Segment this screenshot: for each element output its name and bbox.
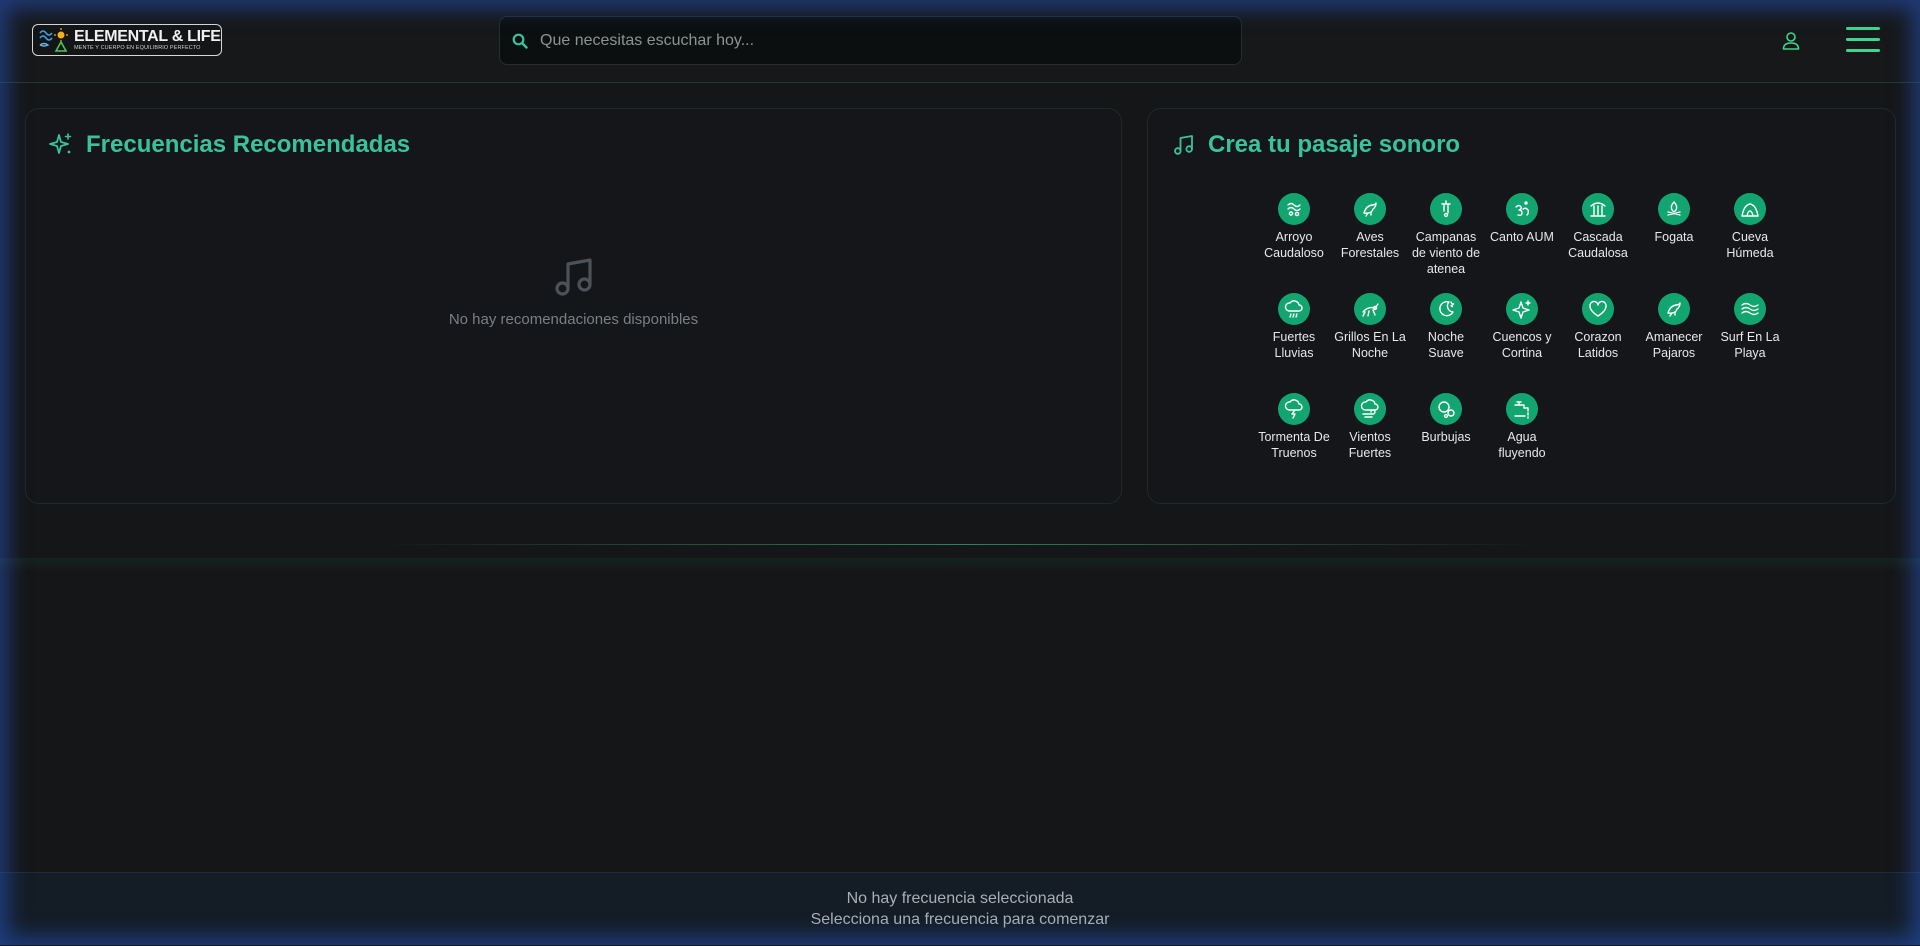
sound-item-label: Vientos Fuertes: [1348, 430, 1392, 460]
search-icon: [512, 33, 528, 49]
sound-item-label: Campanas de viento de atenea: [1411, 230, 1481, 276]
sound-item-label: Grillos En La Noche: [1334, 330, 1406, 360]
sound-item-label: Cueva Húmeda: [1726, 230, 1774, 260]
cricket-icon: [1354, 293, 1386, 325]
campfire-icon: [1658, 193, 1690, 225]
player-status: No hay frecuencia seleccionada: [846, 890, 1074, 907]
sound-item[interactable]: Agua fluyendo: [1484, 393, 1560, 485]
top-header: ELEMENTAL & LIFE MENTE Y CUERPO EN EQUIL…: [0, 0, 1920, 83]
sound-item-label: Cascada Caudalosa: [1568, 230, 1628, 260]
sound-item[interactable]: Cuencos y Cortina: [1484, 293, 1560, 385]
sound-item-label: Amanecer Pajaros: [1645, 330, 1703, 360]
sound-item[interactable]: Burbujas: [1408, 393, 1484, 485]
faucet-icon: [1506, 393, 1538, 425]
sound-item-label: Fogata: [1654, 230, 1694, 244]
sound-item[interactable]: Corazon Latidos: [1560, 293, 1636, 385]
sound-item[interactable]: Tormenta De Truenos: [1256, 393, 1332, 485]
sound-item-label: Corazon Latidos: [1574, 330, 1622, 360]
bird-icon: [1354, 193, 1386, 225]
music-note-icon: [554, 258, 592, 296]
sound-item[interactable]: Cascada Caudalosa: [1560, 193, 1636, 285]
sound-item[interactable]: Campanas de viento de atenea: [1408, 193, 1484, 285]
recommended-title: Frecuencias Recomendadas: [48, 131, 410, 159]
sparkle-icon: [1506, 293, 1538, 325]
player-bar: No hay frecuencia seleccionada Seleccion…: [0, 872, 1920, 946]
music-note-icon: [1174, 135, 1193, 155]
empty-recommendations-text: No hay recomendaciones disponibles: [448, 311, 699, 328]
cave-icon: [1734, 193, 1766, 225]
wind-cloud-icon: [1354, 393, 1386, 425]
soundscape-panel: Crea tu pasaje sonoro Arroyo Caudaloso Av…: [1147, 108, 1896, 504]
om-icon: [1506, 193, 1538, 225]
section-shade: [0, 558, 1920, 572]
sound-item[interactable]: Fogata: [1636, 193, 1712, 285]
menu-line-icon: [1846, 38, 1880, 41]
stream-icon: [1278, 193, 1310, 225]
sound-item-label: Burbujas: [1421, 430, 1471, 444]
rain-cloud-icon: [1278, 293, 1310, 325]
wind-chimes-icon: [1430, 193, 1462, 225]
search-input[interactable]: [538, 30, 1241, 51]
sound-item[interactable]: Surf En La Playa: [1712, 293, 1788, 385]
sound-item-label: Arroyo Caudaloso: [1264, 230, 1324, 260]
sound-item[interactable]: Arroyo Caudaloso: [1256, 193, 1332, 285]
sound-item-label: Canto AUM: [1490, 230, 1554, 244]
sound-item-label: Aves Forestales: [1340, 230, 1400, 260]
logo-subtitle: MENTE Y CUERPO EN EQUILIBRIO PERFECTO: [74, 44, 201, 51]
section-divider: [380, 544, 1540, 545]
sound-grid: Arroyo Caudaloso Aves Forestales Campanas …: [1256, 193, 1788, 485]
user-account-button[interactable]: [1780, 30, 1802, 52]
sound-item-label: Surf En La Playa: [1720, 330, 1780, 360]
sound-item[interactable]: Canto AUM: [1484, 193, 1560, 285]
waterfall-icon: [1582, 193, 1614, 225]
sound-item[interactable]: Noche Suave: [1408, 293, 1484, 385]
sound-item[interactable]: Vientos Fuertes: [1332, 393, 1408, 485]
menu-line-icon: [1846, 49, 1880, 52]
user-icon: [1782, 32, 1800, 50]
logo[interactable]: ELEMENTAL & LIFE MENTE Y CUERPO EN EQUIL…: [32, 24, 222, 56]
moon-icon: [1430, 293, 1462, 325]
sound-item-label: Agua fluyendo: [1498, 430, 1546, 460]
player-hint: Selecciona una frecuencia para comenzar: [810, 911, 1110, 928]
sound-item[interactable]: Grillos En La Noche: [1332, 293, 1408, 385]
heart-icon: [1582, 293, 1614, 325]
search-bar: [499, 16, 1242, 65]
sound-item-label: Tormenta De Truenos: [1258, 430, 1330, 460]
storm-icon: [1278, 393, 1310, 425]
sound-item-label: Noche Suave: [1427, 330, 1465, 360]
logo-elements-icon: [39, 28, 68, 52]
sound-item-label: Fuertes Lluvias: [1272, 330, 1316, 360]
sound-item-label: Cuencos y Cortina: [1492, 330, 1552, 360]
recommended-frequencies-panel: Frecuencias Recomendadas No hay recomend…: [25, 108, 1122, 504]
waves-icon: [1734, 293, 1766, 325]
sound-item[interactable]: Fuertes Lluvias: [1256, 293, 1332, 385]
sound-item[interactable]: Aves Forestales: [1332, 193, 1408, 285]
menu-line-icon: [1846, 27, 1880, 30]
bird-icon: [1658, 293, 1690, 325]
empty-recommendations: No hay recomendaciones disponibles: [26, 255, 1121, 328]
sound-item[interactable]: Cueva Húmeda: [1712, 193, 1788, 285]
logo-title: ELEMENTAL & LIFE: [74, 27, 221, 45]
soundscape-title: Crea tu pasaje sonoro: [1172, 131, 1460, 159]
sparkles-icon: [49, 133, 72, 154]
sound-item[interactable]: Amanecer Pajaros: [1636, 293, 1712, 385]
bubbles-icon: [1430, 393, 1462, 425]
hamburger-menu-button[interactable]: [1846, 27, 1880, 54]
